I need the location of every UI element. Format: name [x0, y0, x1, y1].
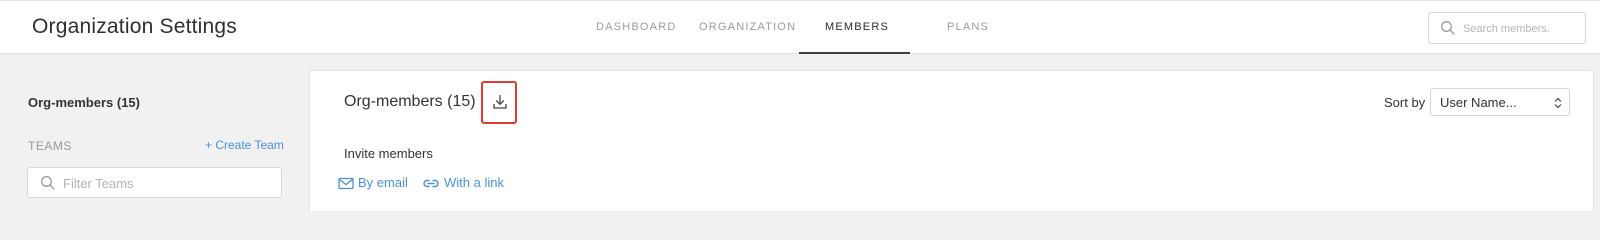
sort-select[interactable]: User Name... [1430, 88, 1570, 116]
sidebar-item-org-members[interactable]: Org-members (15) [28, 95, 140, 110]
top-header: Organization Settings DASHBOARD ORGANIZA… [0, 0, 1600, 54]
tab-members[interactable]: MEMBERS [825, 21, 889, 33]
invite-by-email-link[interactable]: By email [338, 175, 408, 190]
tab-dashboard[interactable]: DASHBOARD [596, 21, 676, 33]
download-icon [493, 94, 507, 109]
tab-organization[interactable]: ORGANIZATION [699, 21, 796, 33]
search-icon [40, 175, 56, 191]
invite-by-email-label: By email [358, 175, 408, 190]
page-title: Organization Settings [32, 15, 237, 38]
invite-with-link-link[interactable]: With a link [422, 175, 504, 190]
search-icon [1440, 20, 1456, 36]
invite-members-heading: Invite members [344, 146, 433, 161]
sort-by-label: Sort by [1384, 95, 1426, 110]
teams-heading: TEAMS [28, 139, 72, 153]
filter-teams-input[interactable] [63, 174, 273, 192]
select-arrows-icon [1554, 96, 1562, 114]
sidebar: Org-members (15) TEAMS + Create Team [0, 55, 308, 211]
tab-plans[interactable]: PLANS [947, 21, 989, 33]
members-title: Org-members (15) [344, 93, 476, 110]
link-icon [423, 179, 439, 188]
active-tab-indicator [799, 52, 910, 54]
member-search-box[interactable] [1428, 12, 1586, 44]
members-panel: Org-members (15) Sort by User Name... In… [309, 70, 1594, 211]
invite-with-link-label: With a link [444, 175, 504, 190]
create-team-link[interactable]: + Create Team [205, 138, 284, 152]
filter-teams-box[interactable] [27, 167, 282, 198]
search-input[interactable] [1463, 19, 1581, 39]
sort-selected-value: User Name... [1440, 95, 1517, 110]
envelope-icon [338, 177, 354, 190]
download-button[interactable] [481, 81, 517, 124]
